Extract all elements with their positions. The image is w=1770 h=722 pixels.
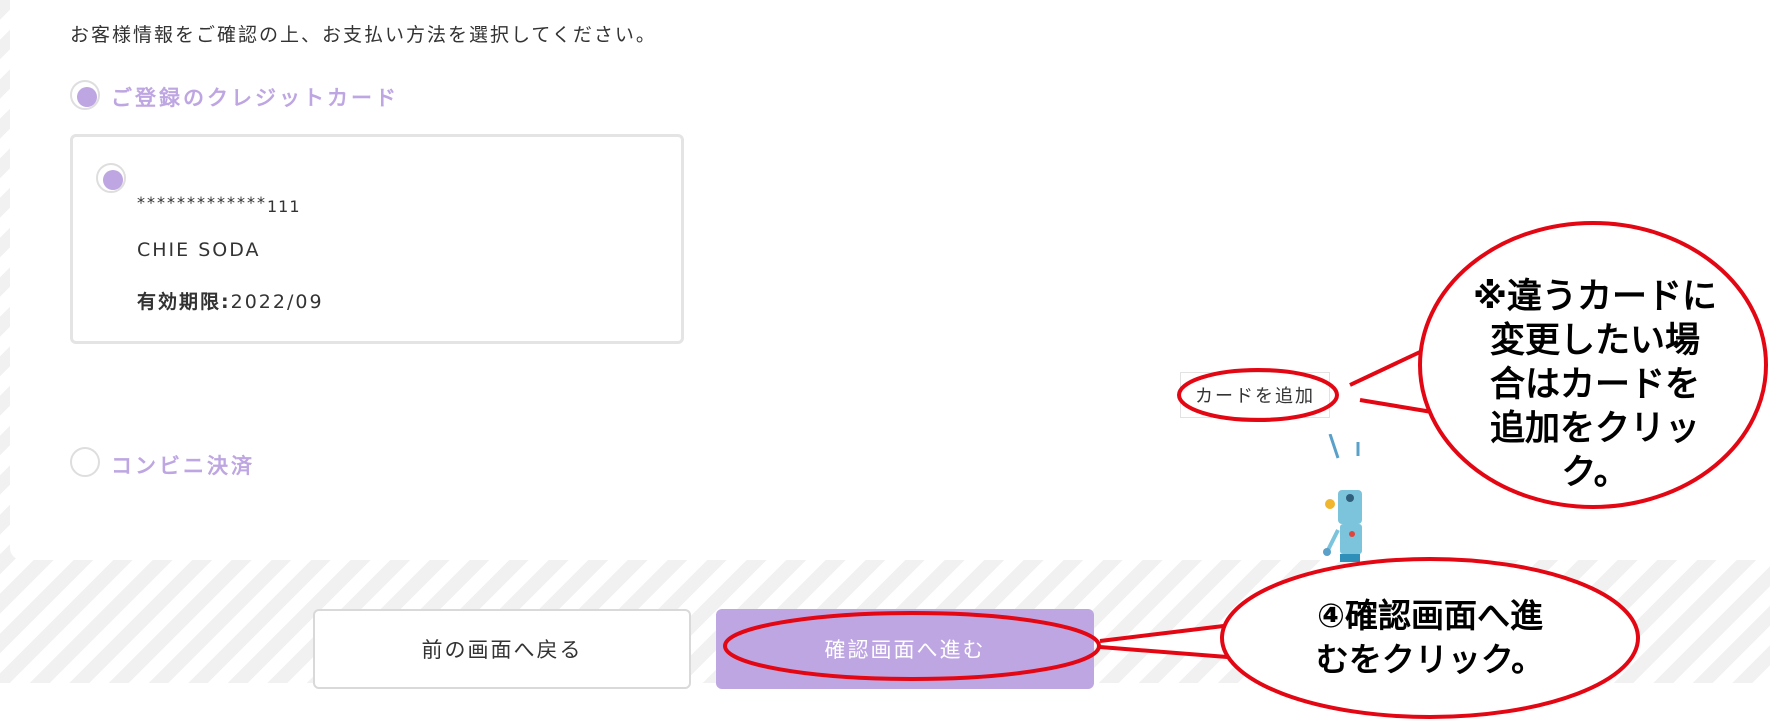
- highlight-ring-add-card: [1177, 368, 1339, 422]
- highlight-ring-next: [723, 611, 1101, 681]
- callout-line: 合はカードを: [1489, 365, 1700, 405]
- callout-line: むをクリック。: [1315, 640, 1545, 679]
- callout-line: ④確認画面へ進: [1317, 596, 1543, 635]
- callout-line: ※違うカードに: [1472, 277, 1718, 317]
- callout-text-next: ④確認画面へ進 むをクリック。: [1280, 594, 1580, 682]
- callout-line: 追加をクリック。: [1489, 409, 1700, 493]
- callout-line: 変更したい場: [1489, 321, 1700, 361]
- callout-text-add-card: ※違うカードに 変更したい場 合はカードを 追加をクリック。: [1460, 275, 1730, 495]
